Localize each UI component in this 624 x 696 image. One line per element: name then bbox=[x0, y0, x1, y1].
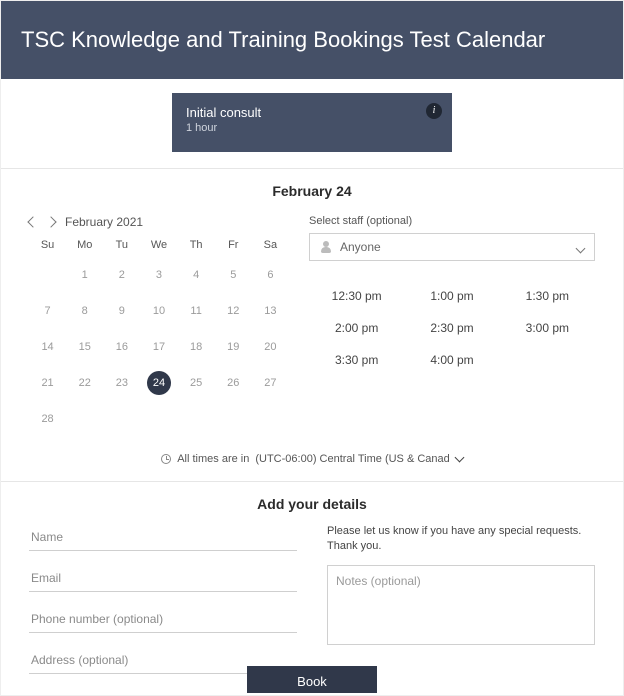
calendar-grid: SuMoTuWeThFrSa12345678910111213141516171… bbox=[29, 239, 289, 431]
calendar-day[interactable]: 22 bbox=[73, 371, 97, 395]
schedule-area: February 2021 SuMoTuWeThFrSa123456789101… bbox=[1, 211, 623, 443]
calendar-day[interactable]: 13 bbox=[258, 299, 282, 323]
calendar-day[interactable]: 10 bbox=[147, 299, 171, 323]
chevron-down-icon bbox=[454, 452, 464, 462]
calendar-weekday: Sa bbox=[252, 239, 289, 251]
email-field[interactable] bbox=[29, 565, 297, 592]
timezone-prefix: All times are in bbox=[177, 453, 249, 465]
calendar-day[interactable]: 16 bbox=[110, 335, 134, 359]
details-heading: Add your details bbox=[1, 482, 623, 524]
calendar-weekday: We bbox=[140, 239, 177, 251]
time-slot[interactable]: 1:00 pm bbox=[404, 289, 499, 303]
staff-selected-value: Anyone bbox=[340, 240, 381, 254]
chevron-right-icon[interactable] bbox=[45, 216, 56, 227]
time-slot[interactable]: 4:00 pm bbox=[404, 353, 499, 367]
timezone-value: (UTC-06:00) Central Time (US & Canad bbox=[255, 453, 449, 465]
notes-side: Please let us know if you have any speci… bbox=[327, 524, 595, 688]
calendar-weekday: Th bbox=[178, 239, 215, 251]
service-duration: 1 hour bbox=[186, 122, 438, 134]
clock-icon bbox=[161, 454, 171, 464]
time-slot[interactable]: 3:00 pm bbox=[500, 321, 595, 335]
service-name: Initial consult bbox=[186, 105, 438, 120]
calendar-weekday: Fr bbox=[215, 239, 252, 251]
calendar-day[interactable]: 4 bbox=[184, 263, 208, 287]
time-slot[interactable]: 12:30 pm bbox=[309, 289, 404, 303]
staff-select[interactable]: Anyone bbox=[309, 233, 595, 261]
calendar-day[interactable]: 1 bbox=[73, 263, 97, 287]
calendar-month-label: February 2021 bbox=[65, 215, 143, 229]
calendar-day[interactable]: 12 bbox=[221, 299, 245, 323]
calendar-day[interactable]: 25 bbox=[184, 371, 208, 395]
book-button[interactable]: Book bbox=[247, 666, 377, 693]
calendar-day[interactable]: 15 bbox=[73, 335, 97, 359]
calendar-weekday: Su bbox=[29, 239, 66, 251]
calendar-nav: February 2021 bbox=[29, 211, 289, 239]
calendar-day[interactable]: 14 bbox=[36, 335, 60, 359]
calendar-day bbox=[29, 263, 66, 287]
calendar-day[interactable]: 3 bbox=[147, 263, 171, 287]
time-slot[interactable]: 2:30 pm bbox=[404, 321, 499, 335]
time-slot[interactable]: 1:30 pm bbox=[500, 289, 595, 303]
time-slot[interactable]: 2:00 pm bbox=[309, 321, 404, 335]
chevron-left-icon[interactable] bbox=[27, 216, 38, 227]
calendar-day[interactable]: 7 bbox=[36, 299, 60, 323]
calendar-weekday: Tu bbox=[103, 239, 140, 251]
detail-fields bbox=[29, 524, 297, 688]
name-field[interactable] bbox=[29, 524, 297, 551]
service-card[interactable]: Initial consult 1 hour i bbox=[172, 93, 452, 152]
calendar-day[interactable]: 23 bbox=[110, 371, 134, 395]
calendar-day[interactable]: 28 bbox=[36, 407, 60, 431]
notes-message: Please let us know if you have any speci… bbox=[327, 524, 595, 555]
calendar-day[interactable]: 5 bbox=[221, 263, 245, 287]
calendar-panel: February 2021 SuMoTuWeThFrSa123456789101… bbox=[29, 211, 289, 431]
details-area: Please let us know if you have any speci… bbox=[1, 524, 623, 688]
calendar-day[interactable]: 11 bbox=[184, 299, 208, 323]
calendar-day[interactable]: 17 bbox=[147, 335, 171, 359]
page-header: TSC Knowledge and Training Bookings Test… bbox=[1, 1, 623, 79]
calendar-day[interactable]: 19 bbox=[221, 335, 245, 359]
calendar-day bbox=[66, 407, 103, 431]
time-slot[interactable]: 3:30 pm bbox=[309, 353, 404, 367]
calendar-weekday: Mo bbox=[66, 239, 103, 251]
selected-date-heading: February 24 bbox=[1, 169, 623, 211]
phone-field[interactable] bbox=[29, 606, 297, 633]
calendar-day bbox=[178, 407, 215, 431]
calendar-day[interactable]: 9 bbox=[110, 299, 134, 323]
time-slot-grid: 12:30 pm1:00 pm1:30 pm 2:00 pm2:30 pm3:00… bbox=[309, 289, 595, 367]
person-icon bbox=[320, 241, 332, 253]
calendar-day bbox=[103, 407, 140, 431]
timezone-row[interactable]: All times are in (UTC-06:00) Central Tim… bbox=[1, 443, 623, 481]
chevron-down-icon bbox=[576, 244, 586, 254]
time-slot bbox=[500, 353, 595, 367]
calendar-day bbox=[140, 407, 177, 431]
calendar-day[interactable]: 8 bbox=[73, 299, 97, 323]
notes-field[interactable] bbox=[327, 565, 595, 645]
calendar-day[interactable]: 2 bbox=[110, 263, 134, 287]
calendar-day[interactable]: 27 bbox=[258, 371, 282, 395]
calendar-day[interactable]: 24 bbox=[147, 371, 171, 395]
calendar-day[interactable]: 26 bbox=[221, 371, 245, 395]
info-icon[interactable]: i bbox=[426, 103, 442, 119]
calendar-day[interactable]: 6 bbox=[258, 263, 282, 287]
calendar-day bbox=[215, 407, 252, 431]
calendar-day[interactable]: 18 bbox=[184, 335, 208, 359]
page-title: TSC Knowledge and Training Bookings Test… bbox=[21, 27, 545, 52]
book-button-area: Book bbox=[1, 666, 623, 695]
time-panel: Select staff (optional) Anyone 12:30 pm1… bbox=[309, 211, 595, 431]
calendar-day[interactable]: 20 bbox=[258, 335, 282, 359]
staff-select-label: Select staff (optional) bbox=[309, 211, 595, 227]
calendar-day bbox=[252, 407, 289, 431]
calendar-day[interactable]: 21 bbox=[36, 371, 60, 395]
service-card-area: Initial consult 1 hour i bbox=[1, 79, 623, 168]
